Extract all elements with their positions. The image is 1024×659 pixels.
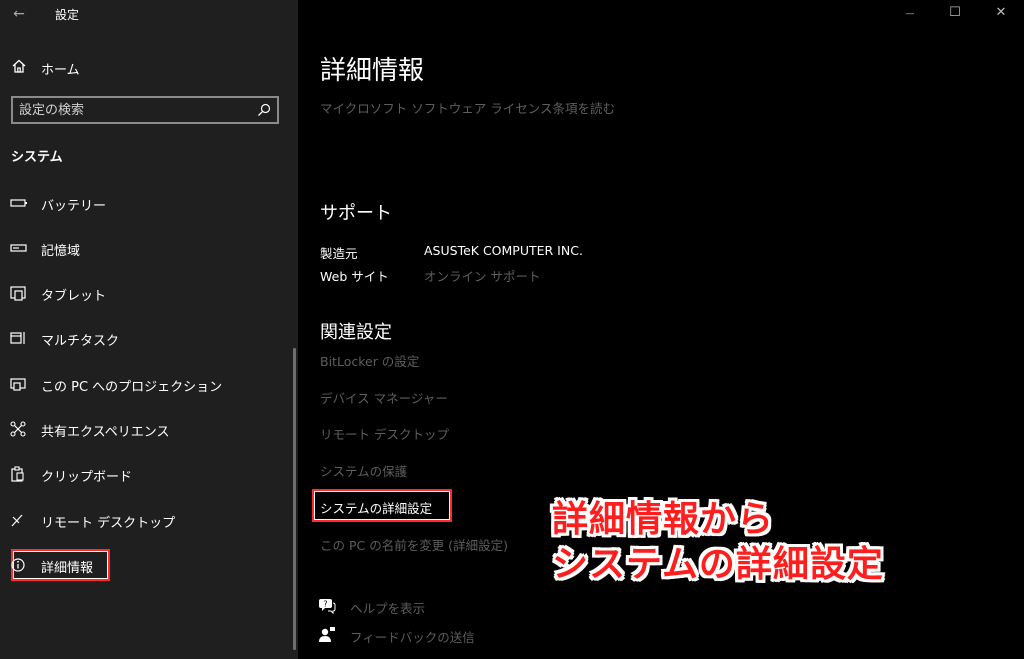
page-title: 詳細情報 <box>320 56 425 86</box>
help-label: ヘルプを表示 <box>350 601 426 616</box>
feedback-person-icon <box>319 627 335 642</box>
clipboard-icon <box>11 466 24 482</box>
search-box[interactable] <box>11 96 279 124</box>
sidebar-item-label: タブレット <box>41 289 107 304</box>
sidebar-item-label: リモート デスクトップ <box>41 516 176 531</box>
sidebar-item-label: クリップボード <box>41 470 133 485</box>
sidebar-item-battery[interactable]: バッテリー <box>0 189 298 217</box>
sidebar-item-label: 記憶域 <box>41 244 81 259</box>
sidebar-item-label: 共有エクスペリエンス <box>41 425 170 440</box>
tablet-icon <box>10 286 26 301</box>
back-button[interactable]: ← <box>8 4 30 24</box>
shared-experience-icon <box>10 421 26 437</box>
help-chat-icon: ? <box>319 599 336 615</box>
sidebar-item-remote-desktop[interactable]: リモート デスクトップ <box>0 506 298 534</box>
sidebar: ← 設定 ホーム システム バッテリー <box>0 0 298 659</box>
battery-icon <box>10 199 27 207</box>
remote-desktop-icon <box>11 514 23 527</box>
minimize-icon: — <box>905 9 915 19</box>
back-arrow-icon: ← <box>13 6 25 22</box>
system-protection-link[interactable]: システムの保護 <box>320 461 407 480</box>
manufacturer-label: 製造元 <box>320 246 358 261</box>
sidebar-item-tablet[interactable]: タブレット <box>0 279 298 307</box>
device-manager-link[interactable]: デバイス マネージャー <box>320 388 448 407</box>
close-button[interactable]: ✕ <box>990 4 1012 22</box>
window-controls: — ☐ ✕ <box>884 0 1024 28</box>
sidebar-scrollbar[interactable] <box>293 348 296 650</box>
remote-desktop-link[interactable]: リモート デスクトップ <box>320 424 449 443</box>
svg-text:?: ? <box>323 600 327 609</box>
info-icon <box>11 558 25 572</box>
advanced-system-settings-link[interactable]: システムの詳細設定 <box>320 498 432 517</box>
maximize-button[interactable]: ☐ <box>944 4 966 22</box>
maximize-icon: ☐ <box>949 5 961 20</box>
home-icon <box>12 59 26 73</box>
sidebar-item-multitask[interactable]: マルチタスク <box>0 324 298 352</box>
annotation-line-2: システムの詳細設定 <box>552 544 884 585</box>
sidebar-item-label: この PC へのプロジェクション <box>41 380 223 395</box>
support-heading: サポート <box>320 203 392 224</box>
settings-window: ← 設定 ホーム システム バッテリー <box>0 0 1024 659</box>
sidebar-item-label: バッテリー <box>41 199 107 214</box>
sidebar-item-label: マルチタスク <box>41 334 120 349</box>
related-settings-heading: 関連設定 <box>320 322 392 343</box>
sidebar-item-storage[interactable]: 記憶域 <box>0 234 298 262</box>
bitlocker-settings-link[interactable]: BitLocker の設定 <box>320 351 419 370</box>
sidebar-item-home[interactable]: ホーム <box>0 54 298 80</box>
send-feedback-link[interactable]: フィードバックの送信 <box>318 625 518 645</box>
projection-icon <box>10 378 26 391</box>
online-support-link[interactable]: オンライン サポート <box>424 266 540 285</box>
sidebar-item-projection[interactable]: この PC へのプロジェクション <box>0 370 298 398</box>
section-title: システム <box>11 150 63 165</box>
storage-icon <box>10 244 27 252</box>
search-input[interactable] <box>19 101 249 119</box>
sidebar-item-clipboard[interactable]: クリップボード <box>0 460 298 488</box>
rename-pc-link[interactable]: この PC の名前を変更 (詳細設定) <box>320 535 508 554</box>
get-help-link[interactable]: ? ヘルプを表示 <box>318 596 518 616</box>
sidebar-item-about[interactable]: 詳細情報 <box>0 551 298 579</box>
manufacturer-value: ASUSTeK COMPUTER INC. <box>424 243 583 258</box>
multitask-icon <box>10 332 25 344</box>
search-icon[interactable] <box>257 103 271 117</box>
license-link[interactable]: マイクロソフト ソフトウェア ライセンス条項を読む <box>320 98 615 117</box>
website-label: Web サイト <box>320 269 389 284</box>
sidebar-item-label: 詳細情報 <box>41 561 94 576</box>
sidebar-item-label: ホーム <box>41 63 80 78</box>
minimize-button[interactable]: — <box>899 4 921 22</box>
feedback-label: フィードバックの送信 <box>350 630 475 645</box>
title-bar: ← 設定 <box>0 0 298 30</box>
sidebar-item-shared-experience[interactable]: 共有エクスペリエンス <box>0 415 298 443</box>
close-icon: ✕ <box>995 5 1007 20</box>
app-title: 設定 <box>55 8 80 22</box>
